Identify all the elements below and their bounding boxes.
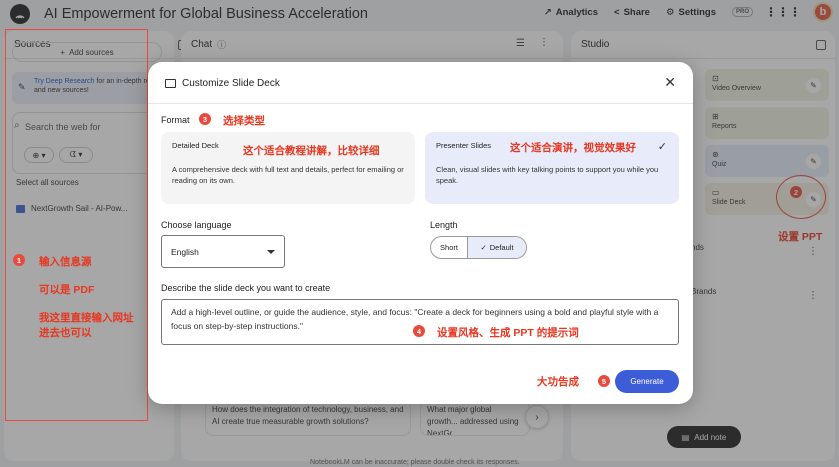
annotation-done: 大功告成 [537, 376, 579, 388]
annotation-choose-type: 选择类型 [223, 115, 265, 127]
annotation-url: 我这里直接输入网址 [39, 312, 134, 324]
annotation-pdf: 可以是 PDF [39, 284, 95, 296]
customize-slide-deck-dialog: Customize Slide Deck ✕ Format 3 选择类型 Det… [148, 62, 693, 404]
check-icon: ✓ [657, 141, 667, 153]
length-toggle: Short ✓ Default [430, 236, 527, 259]
annotation-number-1: 1 [13, 254, 25, 266]
length-short[interactable]: Short [431, 237, 468, 258]
annotation-box-sources [5, 29, 148, 421]
annotation-number-3: 3 [199, 113, 211, 125]
dialog-title: Customize Slide Deck [182, 78, 280, 89]
slides-icon [165, 79, 176, 88]
format-description: Clean, visual slides with key talking po… [436, 165, 659, 186]
dialog-header: Customize Slide Deck ✕ [148, 62, 693, 104]
language-value: English [171, 247, 199, 257]
annotation-style-prompt: 设置风格、生成 PPT 的提示词 [437, 327, 579, 339]
annotation-number-5: 5 [598, 375, 610, 387]
describe-label: Describe the slide deck you want to crea… [161, 283, 331, 293]
annotation-number-4: 4 [413, 325, 425, 337]
length-label: Length [430, 220, 458, 230]
annotation-url-2: 进去也可以 [39, 327, 92, 339]
check-icon: ✓ [480, 243, 487, 252]
generate-button[interactable]: Generate [615, 370, 679, 393]
close-icon[interactable]: ✕ [664, 74, 676, 91]
chevron-down-icon [267, 250, 275, 254]
format-description: A comprehensive deck with full text and … [172, 165, 404, 186]
language-label: Choose language [161, 220, 232, 230]
length-default-label: Default [489, 243, 514, 252]
format-label: Format [161, 115, 190, 125]
describe-textarea[interactable]: Add a high-level outline, or guide the a… [161, 299, 679, 345]
length-default[interactable]: ✓ Default [468, 237, 526, 258]
language-select[interactable]: English [161, 235, 285, 268]
annotation-presenter: 这个适合演讲，视觉效果好 [510, 142, 636, 154]
annotation-input-sources: 输入信息源 [39, 256, 92, 268]
annotation-detailed: 这个适合教程讲解，比较详细 [243, 145, 380, 157]
